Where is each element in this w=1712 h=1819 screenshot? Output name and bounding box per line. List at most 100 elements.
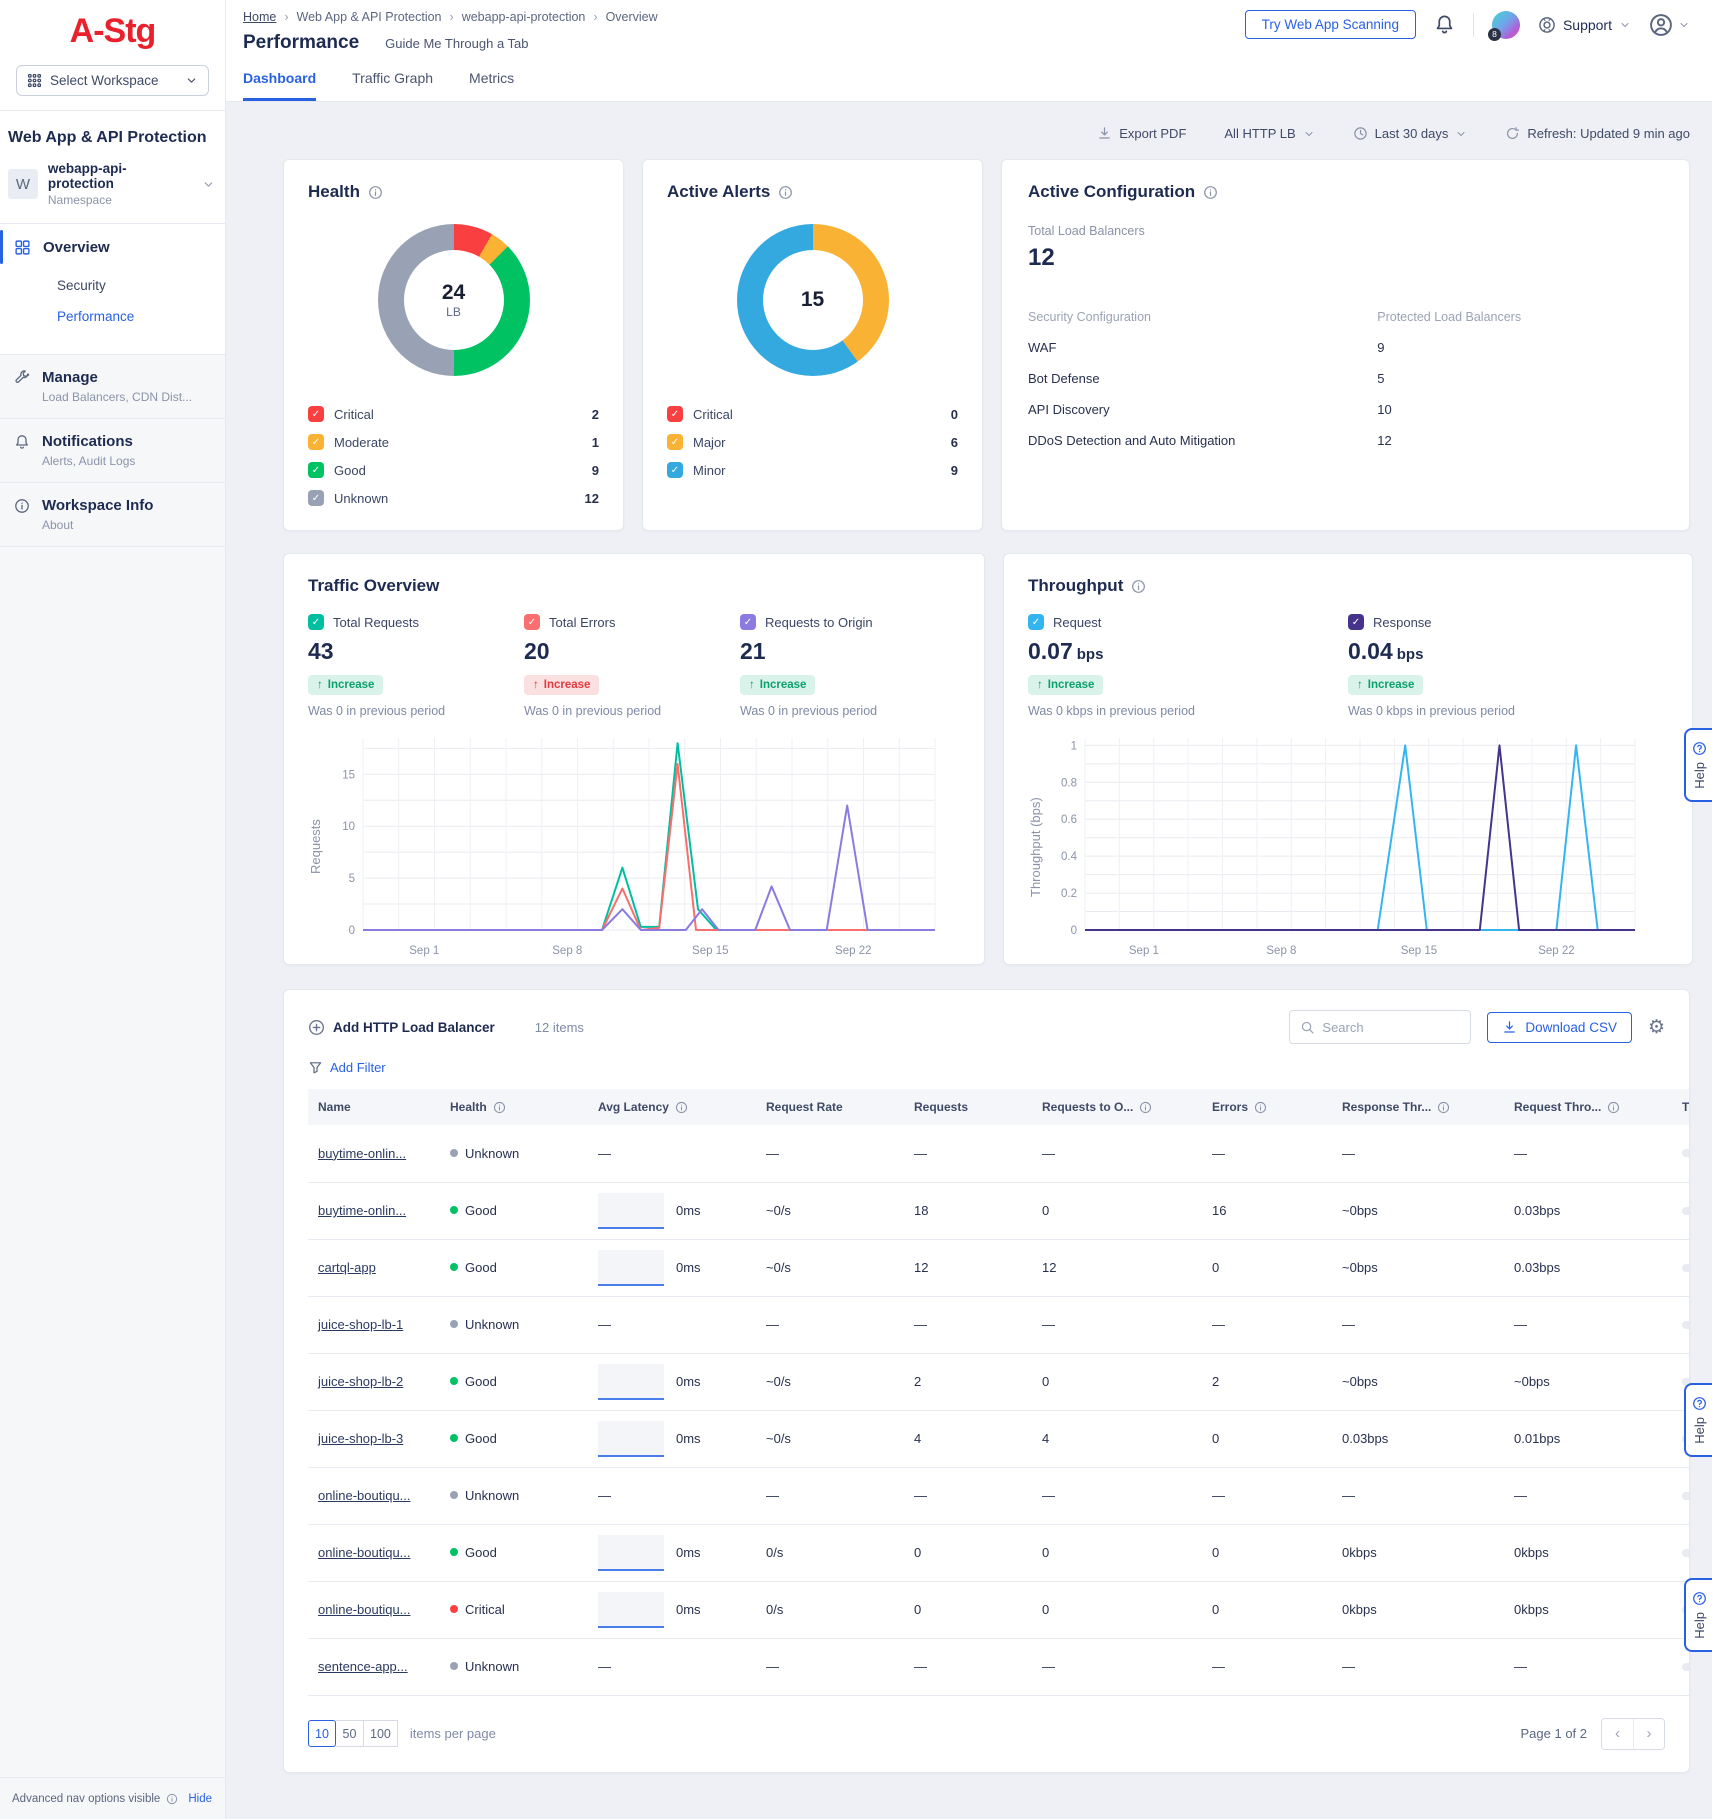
lb-name-link[interactable]: juice-shop-lb-3 [318, 1431, 403, 1446]
breadcrumb-item[interactable]: Web App & API Protection [297, 10, 442, 24]
cell-avg-latency: — [588, 1467, 756, 1524]
sidebar-item-manage[interactable]: Manage Load Balancers, CDN Dist... [0, 355, 225, 419]
sidebar-item-security[interactable]: Security [0, 270, 225, 301]
legend-label: Critical [334, 407, 374, 422]
stat-label: Total Requests [333, 615, 419, 630]
cell-req: 0.01bps [1504, 1410, 1672, 1467]
legend-checkbox[interactable]: ✓ [308, 434, 324, 450]
help-tab[interactable]: Help [1684, 1578, 1712, 1652]
tab-metrics[interactable]: Metrics [469, 70, 514, 101]
table-settings-gear-icon[interactable]: ⚙ [1648, 1016, 1665, 1038]
next-page-button[interactable]: › [1633, 1719, 1664, 1749]
legend-item: ✓Major6 [667, 428, 958, 456]
refresh-button[interactable]: Refresh: Updated 9 min ago [1505, 126, 1690, 141]
dashboard-content: Export PDF All HTTP LB Last 30 days Refr… [226, 102, 1712, 1773]
sidebar-item-notifications[interactable]: Notifications Alerts, Audit Logs [0, 419, 225, 483]
sidebar-item-workspace-info[interactable]: Workspace Info About [0, 483, 225, 547]
sidebar-item-overview[interactable]: Overview [0, 224, 225, 270]
download-csv-button[interactable]: Download CSV [1487, 1012, 1632, 1043]
svg-text:Sep 8: Sep 8 [1266, 945, 1296, 957]
cell-health: Unknown [440, 1125, 588, 1182]
search-field[interactable] [1322, 1020, 1452, 1035]
workspace-selector[interactable]: Select Workspace [16, 65, 209, 96]
lb-name-link[interactable]: online-boutiqu... [318, 1488, 411, 1503]
namespace-info: webapp-api-protection Namespace [48, 161, 192, 207]
lb-name-link[interactable]: juice-shop-lb-2 [318, 1374, 403, 1389]
legend-checkbox[interactable]: ✓ [667, 462, 683, 478]
search-input[interactable] [1289, 1010, 1471, 1044]
legend-checkbox[interactable]: ✓ [308, 406, 324, 422]
sidebar-item-performance[interactable]: Performance [0, 301, 225, 332]
series-checkbox[interactable]: ✓ [740, 614, 756, 630]
column-header-request-thro-[interactable]: Request Thro... [1504, 1089, 1672, 1125]
lb-name-link[interactable]: buytime-onlin... [318, 1203, 406, 1218]
tab-dashboard[interactable]: Dashboard [243, 70, 316, 101]
config-row: API Discovery10 [1028, 394, 1663, 425]
column-header-errors[interactable]: Errors [1202, 1089, 1332, 1125]
health-status-dot [450, 1206, 458, 1214]
breadcrumb-item[interactable]: Overview [606, 10, 658, 24]
column-header-response-thr-[interactable]: Response Thr... [1332, 1089, 1504, 1125]
breadcrumb-item[interactable]: Home [243, 10, 276, 24]
config-table: Security Configuration Protected Load Ba… [1028, 302, 1663, 456]
lb-name-link[interactable]: online-boutiqu... [318, 1545, 411, 1560]
tab-traffic-graph[interactable]: Traffic Graph [352, 70, 433, 101]
legend-checkbox[interactable]: ✓ [308, 490, 324, 506]
legend-checkbox[interactable]: ✓ [667, 434, 683, 450]
legend-checkbox[interactable]: ✓ [667, 406, 683, 422]
chevron-down-icon [1455, 128, 1467, 140]
logo-text: A-Stg [70, 12, 156, 50]
page-size-50[interactable]: 50 [336, 1720, 364, 1747]
column-header-health[interactable]: Health [440, 1089, 588, 1125]
series-checkbox[interactable]: ✓ [1028, 614, 1044, 630]
sidebar-item-notifications-label: Notifications [42, 433, 133, 450]
lb-name-link[interactable]: cartql-app [318, 1260, 376, 1275]
column-header-requests-to-o-[interactable]: Requests to O... [1032, 1089, 1202, 1125]
arrow-up-icon: ↑ [1357, 679, 1363, 691]
breadcrumb-item[interactable]: webapp-api-protection [462, 10, 586, 24]
column-header-name[interactable]: Name [308, 1089, 440, 1125]
cell-req: 0.03bps [1504, 1182, 1672, 1239]
series-checkbox[interactable]: ✓ [1348, 614, 1364, 630]
series-checkbox[interactable]: ✓ [524, 614, 540, 630]
config-feature-label: Bot Defense [1028, 371, 1377, 386]
lb-filter-dropdown[interactable]: All HTTP LB [1224, 126, 1314, 141]
hide-link[interactable]: Hide [188, 1793, 212, 1805]
notifications-bell-icon[interactable] [1434, 14, 1455, 35]
lb-name-link[interactable]: sentence-app... [318, 1659, 408, 1674]
items-count: 12 items [535, 1020, 584, 1035]
export-pdf-button[interactable]: Export PDF [1097, 126, 1186, 141]
help-tab[interactable]: Help [1684, 728, 1712, 802]
time-range-dropdown[interactable]: Last 30 days [1353, 126, 1468, 141]
user-menu[interactable] [1649, 13, 1690, 37]
sidebar-item-manage-subtitle: Load Balancers, CDN Dist... [42, 390, 211, 404]
column-header-total-ale-[interactable]: Total Ale... [1672, 1089, 1690, 1125]
add-filter-button[interactable]: Add Filter [308, 1060, 1665, 1075]
lb-name-link[interactable]: juice-shop-lb-1 [318, 1317, 403, 1332]
series-checkbox[interactable]: ✓ [308, 614, 324, 630]
table-footer: 1050100 items per page Page 1 of 2 ‹ › [308, 1718, 1665, 1750]
cell-requests: — [904, 1125, 1032, 1182]
column-header-requests[interactable]: Requests [904, 1089, 1032, 1125]
page-size-10[interactable]: 10 [308, 1720, 336, 1747]
support-menu[interactable]: Support [1538, 16, 1631, 34]
lb-name-link[interactable]: buytime-onlin... [318, 1146, 406, 1161]
legend-checkbox[interactable]: ✓ [308, 462, 324, 478]
download-icon [1097, 126, 1112, 141]
throughput-chart-ylabel: Throughput (bps) [1028, 757, 1043, 937]
guide-me-link[interactable]: Guide Me Through a Tab [385, 36, 528, 51]
org-avatar[interactable]: 8 [1492, 11, 1520, 39]
page-size-100[interactable]: 100 [364, 1720, 398, 1747]
add-http-lb-button[interactable]: Add HTTP Load Balancer [308, 1019, 495, 1036]
bell-icon [14, 434, 30, 450]
help-tab[interactable]: Help [1684, 1383, 1712, 1457]
namespace-selector[interactable]: W webapp-api-protection Namespace [0, 161, 225, 223]
info-icon [1437, 1101, 1450, 1114]
column-header-request-rate[interactable]: Request Rate [756, 1089, 904, 1125]
try-web-app-scanning-button[interactable]: Try Web App Scanning [1245, 10, 1416, 39]
latency-sparkline [598, 1592, 664, 1628]
column-header-avg-latency[interactable]: Avg Latency [588, 1089, 756, 1125]
prev-page-button[interactable]: ‹ [1602, 1719, 1633, 1749]
sidebar-item-notifications-subtitle: Alerts, Audit Logs [42, 454, 211, 468]
lb-name-link[interactable]: online-boutiqu... [318, 1602, 411, 1617]
